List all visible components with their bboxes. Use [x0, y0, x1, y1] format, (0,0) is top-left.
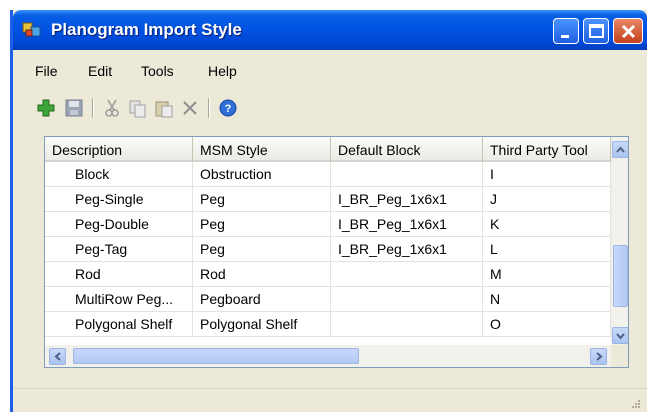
toolbar-separator	[208, 98, 210, 118]
app-icon	[22, 22, 41, 37]
cell-msm-style[interactable]: Peg	[193, 187, 331, 211]
minimize-icon	[561, 35, 569, 38]
cell-third-party-tool[interactable]: L	[483, 237, 611, 261]
resize-grip-icon[interactable]	[631, 399, 641, 409]
maximize-icon	[589, 24, 604, 38]
scroll-up-button[interactable]	[612, 141, 628, 158]
paste-button[interactable]	[153, 97, 175, 119]
cell-default-block[interactable]	[331, 262, 483, 286]
menu-tools[interactable]: Tools	[141, 63, 174, 79]
chevron-right-icon	[596, 352, 603, 361]
cut-button[interactable]	[101, 97, 123, 119]
help-button[interactable]: ?	[217, 97, 239, 119]
horizontal-scrollbar[interactable]	[45, 345, 611, 367]
copy-icon	[129, 100, 146, 118]
table-row[interactable]: Rod Rod M	[45, 262, 611, 287]
cell-third-party-tool[interactable]: N	[483, 287, 611, 311]
menu-bar: File Edit Tools Help	[13, 58, 647, 82]
cell-default-block[interactable]	[331, 287, 483, 311]
minimize-button[interactable]	[553, 18, 579, 44]
cell-description[interactable]: Rod	[45, 262, 193, 286]
cell-default-block[interactable]: I_BR_Peg_1x6x1	[331, 187, 483, 211]
import-style-grid[interactable]: Description MSM Style Default Block Thir…	[44, 136, 629, 368]
cell-third-party-tool[interactable]: K	[483, 212, 611, 236]
cell-msm-style[interactable]: Obstruction	[193, 162, 331, 186]
cell-third-party-tool[interactable]: O	[483, 312, 611, 336]
cell-third-party-tool[interactable]: M	[483, 262, 611, 286]
vertical-scroll-thumb[interactable]	[613, 245, 628, 307]
chevron-up-icon	[616, 146, 625, 153]
cell-third-party-tool[interactable]: J	[483, 187, 611, 211]
column-header-default-block[interactable]: Default Block	[331, 137, 483, 162]
cut-icon	[105, 99, 119, 117]
table-row[interactable]: Block Obstruction I	[45, 162, 611, 187]
toolbar: ?	[13, 94, 647, 124]
close-icon	[621, 24, 636, 39]
save-icon	[65, 99, 83, 117]
vertical-scrollbar[interactable]	[611, 137, 628, 345]
paste-icon	[155, 101, 173, 118]
scroll-down-button[interactable]	[612, 327, 628, 344]
scroll-right-button[interactable]	[590, 348, 607, 365]
menu-help[interactable]: Help	[208, 63, 237, 79]
table-row[interactable]: Polygonal Shelf Polygonal Shelf O	[45, 312, 611, 337]
delete-icon	[183, 101, 197, 115]
save-button[interactable]	[63, 97, 85, 119]
cell-description[interactable]: Block	[45, 162, 193, 186]
cell-description[interactable]: Peg-Double	[45, 212, 193, 236]
cell-msm-style[interactable]: Pegboard	[193, 287, 331, 311]
table-row[interactable]: Peg-Double Peg I_BR_Peg_1x6x1 K	[45, 212, 611, 237]
cell-third-party-tool[interactable]: I	[483, 162, 611, 186]
cell-msm-style[interactable]: Polygonal Shelf	[193, 312, 331, 336]
scrollbar-corner	[611, 345, 628, 367]
cell-msm-style[interactable]: Peg	[193, 237, 331, 261]
cell-msm-style[interactable]: Rod	[193, 262, 331, 286]
chevron-down-icon	[616, 333, 625, 340]
cell-msm-style[interactable]: Peg	[193, 212, 331, 236]
table-row[interactable]: Peg-Tag Peg I_BR_Peg_1x6x1 L	[45, 237, 611, 262]
window-title: Planogram Import Style	[51, 20, 242, 39]
horizontal-scroll-thumb[interactable]	[73, 348, 359, 364]
table-row[interactable]: MultiRow Peg... Pegboard N	[45, 287, 611, 312]
svg-text:?: ?	[225, 103, 232, 115]
help-icon: ?	[219, 99, 237, 117]
column-header-third-party-tool[interactable]: Third Party Tool	[483, 137, 611, 162]
maximize-button[interactable]	[583, 18, 609, 44]
cell-description[interactable]: Polygonal Shelf	[45, 312, 193, 336]
table-row[interactable]: Peg-Single Peg I_BR_Peg_1x6x1 J	[45, 187, 611, 212]
title-bar[interactable]: Planogram Import Style	[13, 10, 647, 50]
scroll-left-button[interactable]	[49, 348, 66, 365]
column-header-description[interactable]: Description	[45, 137, 193, 162]
add-icon	[37, 99, 55, 117]
column-header-msm-style[interactable]: MSM Style	[193, 137, 331, 162]
menu-edit[interactable]: Edit	[88, 63, 112, 79]
cell-description[interactable]: Peg-Tag	[45, 237, 193, 261]
cell-default-block[interactable]	[331, 312, 483, 336]
delete-button[interactable]	[179, 97, 201, 119]
cell-description[interactable]: MultiRow Peg...	[45, 287, 193, 311]
add-button[interactable]	[35, 97, 57, 119]
menu-file[interactable]: File	[35, 63, 58, 79]
cell-default-block[interactable]	[331, 162, 483, 186]
chevron-left-icon	[54, 352, 61, 361]
toolbar-separator	[92, 98, 94, 118]
planogram-import-style-window: Planogram Import Style File Edit Tools H…	[10, 10, 647, 412]
close-button[interactable]	[613, 18, 643, 44]
cell-default-block[interactable]: I_BR_Peg_1x6x1	[331, 237, 483, 261]
cell-description[interactable]: Peg-Single	[45, 187, 193, 211]
cell-default-block[interactable]: I_BR_Peg_1x6x1	[331, 212, 483, 236]
status-bar	[13, 388, 647, 413]
copy-button[interactable]	[127, 97, 149, 119]
